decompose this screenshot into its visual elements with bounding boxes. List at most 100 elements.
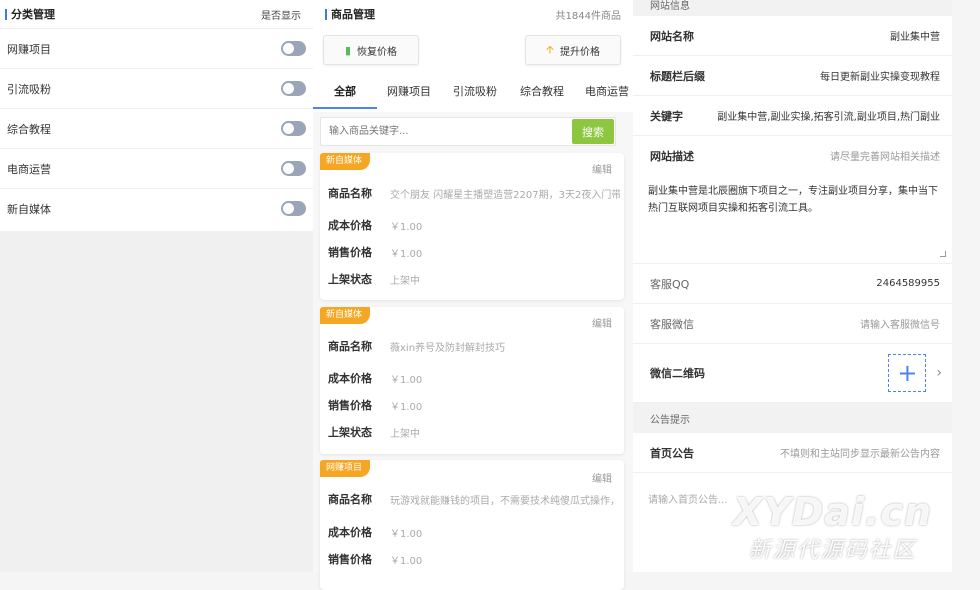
- field-value: 上架中: [390, 428, 420, 440]
- field-label: 商品名称: [328, 493, 372, 506]
- tab-all[interactable]: 全部: [313, 72, 377, 112]
- wechat-qr-row: 微信二维码 + ›: [633, 344, 952, 403]
- cup-icon: ▮: [344, 43, 352, 57]
- category-item: 新自媒体: [0, 189, 313, 228]
- cost-field: 成本价格 ￥1.00: [328, 524, 620, 540]
- product-panel: 商品管理 共1844件商品 ▮ 恢复价格 🡩 提升价格 全部 网赚项目 引流吸粉…: [313, 0, 633, 590]
- restore-price-button[interactable]: ▮ 恢复价格: [323, 35, 419, 65]
- edit-link[interactable]: 编辑: [592, 161, 612, 176]
- field-label: 销售价格: [328, 246, 372, 259]
- cost-field: 成本价格 ￥1.00: [328, 370, 620, 386]
- notice-section: 公告提示: [633, 403, 952, 433]
- product-card: 网赚项目 编辑 商品名称 玩游戏就能赚钱的项目，不需要技术纯傻瓜式操作，单 成本…: [320, 460, 624, 590]
- tab-yinliu[interactable]: 引流吸粉: [441, 72, 509, 112]
- category-label: 网赚项目: [7, 42, 51, 56]
- resize-handle-icon[interactable]: [940, 251, 946, 257]
- field-label: 上架状态: [328, 273, 372, 286]
- category-item: 综合教程: [0, 109, 313, 149]
- description-label: 网站描述: [650, 149, 694, 163]
- category-badge: 网赚项目: [320, 460, 371, 477]
- visibility-toggle[interactable]: [281, 121, 306, 136]
- upload-plus-icon[interactable]: +: [888, 354, 927, 392]
- site-name-row[interactable]: 网站名称 副业集中营: [633, 16, 952, 56]
- wechat-label: 客服微信: [650, 317, 694, 331]
- product-header: 商品管理 共1844件商品: [313, 0, 633, 28]
- notice-label: 首页公告: [650, 446, 694, 460]
- site-settings-panel: 网站信息 网站名称 副业集中营 标题栏后缀 每日更新副业实操变现教程 关键字 副…: [633, 0, 952, 572]
- title-suffix-row[interactable]: 标题栏后缀 每日更新副业实操变现教程: [633, 56, 952, 96]
- visibility-toggle[interactable]: [281, 41, 306, 56]
- product-card: 新自媒体 编辑 商品名称 薇xin养号及防封解封技巧 成本价格 ￥1.00 销售…: [320, 307, 624, 454]
- visibility-toggle[interactable]: [281, 161, 306, 176]
- field-value: 玩游戏就能赚钱的项目，不需要技术纯傻瓜式操作，单: [390, 495, 620, 507]
- qq-row[interactable]: 客服QQ 2464589955: [633, 264, 952, 304]
- name-field: 商品名称 交个朋友 闪耀星主播塑造营2207期，3天2夜入门带货: [328, 185, 620, 201]
- site-name-label: 网站名称: [650, 29, 694, 43]
- category-item: 引流吸粉: [0, 69, 313, 109]
- edit-link[interactable]: 编辑: [592, 470, 612, 485]
- keywords-value[interactable]: 副业集中营,副业实操,拓客引流,副业项目,热门副业: [717, 108, 940, 123]
- visibility-toggle[interactable]: [281, 81, 306, 96]
- keywords-row[interactable]: 关键字 副业集中营,副业实操,拓客引流,副业项目,热门副业: [633, 96, 952, 136]
- qr-label: 微信二维码: [650, 367, 705, 380]
- category-label: 引流吸粉: [7, 82, 51, 96]
- visibility-toggle[interactable]: [281, 201, 306, 216]
- field-value: ￥1.00: [390, 221, 423, 233]
- qq-value[interactable]: 2464589955: [876, 278, 940, 289]
- field-value: 薇xin养号及防封解封技巧: [390, 342, 506, 354]
- search-input[interactable]: [321, 125, 572, 138]
- product-card: 新自媒体 编辑 商品名称 交个朋友 闪耀星主播塑造营2207期，3天2夜入门带货…: [320, 153, 624, 300]
- notice-placeholder: 请输入首页公告...: [648, 494, 728, 506]
- qr-upload-group: + ›: [888, 354, 942, 392]
- product-title: 商品管理: [325, 6, 375, 22]
- raise-price-label: 提升价格: [559, 46, 600, 58]
- description-text: 副业集中营是北辰圈旗下项目之一，专注副业项目分享，集中当下热门互联网项目实操和拓…: [648, 186, 938, 214]
- category-label: 新自媒体: [7, 202, 51, 216]
- field-value: ￥1.00: [390, 248, 423, 260]
- field-value: 上架中: [390, 275, 420, 287]
- site-info-heading: 网站信息: [650, 1, 690, 12]
- edit-link[interactable]: 编辑: [592, 315, 612, 330]
- tab-zonghe[interactable]: 综合教程: [509, 72, 575, 112]
- category-item: 网赚项目: [0, 29, 313, 69]
- wechat-input[interactable]: 请输入客服微信号: [860, 316, 940, 331]
- field-label: 成本价格: [328, 372, 372, 385]
- cost-field: 成本价格 ￥1.00: [328, 217, 620, 233]
- price-field: 销售价格 ￥1.00: [328, 551, 620, 567]
- field-value: ￥1.00: [390, 528, 423, 540]
- show-column-header: 是否显示: [261, 10, 301, 22]
- status-field: 上架状态 上架中: [328, 424, 620, 440]
- product-count: 共1844件商品: [555, 10, 621, 22]
- category-badge: 新自媒体: [320, 153, 371, 170]
- field-label: 成本价格: [328, 219, 372, 232]
- field-label: 销售价格: [328, 553, 372, 566]
- title-suffix-value[interactable]: 每日更新副业实操变现教程: [820, 68, 940, 83]
- category-title: 分类管理: [5, 6, 55, 22]
- site-name-value[interactable]: 副业集中营: [890, 28, 940, 43]
- price-field: 销售价格 ￥1.00: [328, 244, 620, 260]
- field-value: ￥1.00: [390, 401, 423, 413]
- notice-hint: 不填则和主站同步显示最新公告内容: [780, 449, 940, 460]
- notice-heading: 公告提示: [650, 414, 690, 426]
- field-label: 销售价格: [328, 399, 372, 412]
- tab-dianshang[interactable]: 电商运营: [575, 72, 629, 112]
- description-textarea[interactable]: 副业集中营是北辰圈旗下项目之一，专注副业项目分享，集中当下热门互联网项目实操和拓…: [633, 175, 952, 264]
- notice-input[interactable]: 请输入首页公告...: [633, 473, 952, 523]
- field-value: ￥1.00: [390, 555, 423, 567]
- name-field: 商品名称 薇xin养号及防封解封技巧: [328, 338, 620, 354]
- field-label: 成本价格: [328, 526, 372, 539]
- search-button[interactable]: 搜索: [572, 119, 614, 144]
- homepage-notice-row: 首页公告 不填则和主站同步显示最新公告内容: [633, 433, 952, 473]
- field-value: 交个朋友 闪耀星主播塑造营2207期，3天2夜入门带货: [390, 189, 620, 201]
- category-tabs: 全部 网赚项目 引流吸粉 综合教程 电商运营: [313, 72, 633, 112]
- price-field: 销售价格 ￥1.00: [328, 397, 620, 413]
- wechat-row[interactable]: 客服微信 请输入客服微信号: [633, 304, 952, 344]
- tab-wangzhuan[interactable]: 网赚项目: [377, 72, 441, 112]
- chevron-right-icon[interactable]: ›: [936, 365, 942, 381]
- arrow-up-icon: 🡩: [546, 42, 554, 56]
- category-panel: 分类管理 是否显示 网赚项目 引流吸粉 综合教程 电商运营 新自媒体: [0, 0, 313, 572]
- field-label: 商品名称: [328, 187, 372, 200]
- field-value: ￥1.00: [390, 374, 423, 386]
- category-label: 电商运营: [7, 162, 51, 176]
- raise-price-button[interactable]: 🡩 提升价格: [525, 35, 621, 65]
